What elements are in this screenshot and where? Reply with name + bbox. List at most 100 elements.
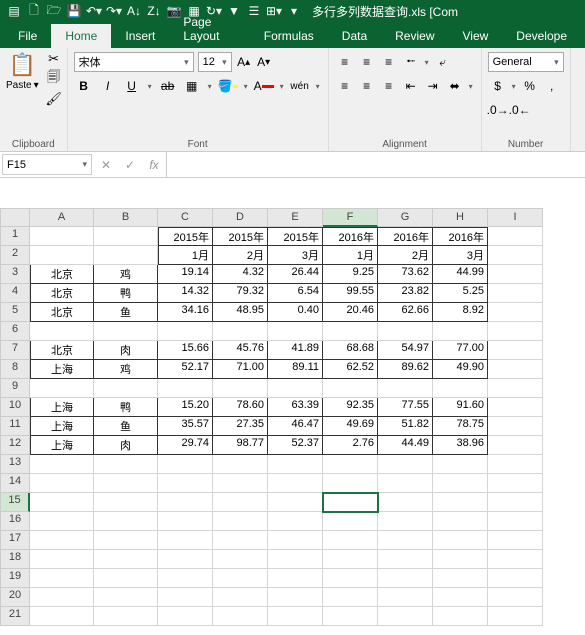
row-header[interactable]: 2 xyxy=(0,246,30,265)
merge-center-icon[interactable]: ⬌ xyxy=(445,76,465,96)
cell[interactable] xyxy=(268,531,323,550)
paste-button[interactable]: 📋 Paste▾ xyxy=(4,50,41,137)
align-bottom-icon[interactable]: ≡ xyxy=(379,52,399,72)
column-header[interactable]: H xyxy=(433,208,488,227)
cell[interactable] xyxy=(433,379,488,398)
row-header[interactable]: 18 xyxy=(0,550,30,569)
cell[interactable] xyxy=(378,322,433,341)
cell[interactable] xyxy=(268,379,323,398)
cell[interactable]: 34.16 xyxy=(158,303,213,322)
cell[interactable] xyxy=(378,493,433,512)
border-button[interactable]: ▦ xyxy=(182,76,202,96)
tab-home[interactable]: Home xyxy=(51,24,111,48)
cell[interactable] xyxy=(213,569,268,588)
cell[interactable]: 26.44 xyxy=(268,265,323,284)
column-header[interactable]: D xyxy=(213,208,268,227)
cell[interactable] xyxy=(94,474,158,493)
align-middle-icon[interactable]: ≡ xyxy=(357,52,377,72)
row-header[interactable]: 7 xyxy=(0,341,30,360)
border-dropdown[interactable]: ▾ xyxy=(206,82,214,91)
column-header[interactable]: F xyxy=(323,208,378,227)
name-box[interactable]: F15▾ xyxy=(2,154,92,175)
select-all-corner[interactable] xyxy=(0,208,30,227)
cell[interactable]: 0.40 xyxy=(268,303,323,322)
orientation-icon[interactable]: ⭪ xyxy=(401,52,421,72)
phonetic-dropdown[interactable]: ▾ xyxy=(314,82,322,91)
cell[interactable] xyxy=(94,246,158,265)
cell[interactable] xyxy=(323,569,378,588)
cell[interactable] xyxy=(213,512,268,531)
tab-review[interactable]: Review xyxy=(381,24,448,48)
cell[interactable]: 78.75 xyxy=(433,417,488,436)
cell[interactable] xyxy=(94,588,158,607)
row-header[interactable]: 11 xyxy=(0,417,30,436)
cell[interactable]: 2016年 xyxy=(323,227,378,246)
row-header[interactable]: 4 xyxy=(0,284,30,303)
font-color-dropdown[interactable]: ▾ xyxy=(278,82,286,91)
fill-color-button[interactable]: 🪣 xyxy=(218,76,238,96)
cell[interactable] xyxy=(488,227,543,246)
merge-dropdown[interactable]: ▾ xyxy=(467,76,475,96)
row-header[interactable]: 17 xyxy=(0,531,30,550)
cell[interactable]: 27.35 xyxy=(213,417,268,436)
cell[interactable] xyxy=(488,246,543,265)
column-header[interactable]: I xyxy=(488,208,543,227)
cell[interactable] xyxy=(30,607,94,626)
cell[interactable]: 62.66 xyxy=(378,303,433,322)
cell[interactable]: 79.32 xyxy=(213,284,268,303)
cell[interactable] xyxy=(158,588,213,607)
cell[interactable] xyxy=(433,550,488,569)
cell[interactable]: 35.57 xyxy=(158,417,213,436)
cell[interactable] xyxy=(378,455,433,474)
cell[interactable] xyxy=(323,607,378,626)
orientation-dropdown[interactable]: ▾ xyxy=(423,52,431,72)
cell[interactable]: 2月 xyxy=(378,246,433,265)
cell[interactable] xyxy=(433,607,488,626)
cell[interactable] xyxy=(268,569,323,588)
cell[interactable]: 上海 xyxy=(30,417,94,436)
font-size-combo[interactable]: 12▾ xyxy=(198,52,232,72)
cell[interactable] xyxy=(488,512,543,531)
cell[interactable]: 89.62 xyxy=(378,360,433,379)
cell[interactable]: 鸡 xyxy=(94,360,158,379)
cell[interactable]: 98.77 xyxy=(213,436,268,455)
column-header[interactable]: B xyxy=(94,208,158,227)
cell[interactable] xyxy=(433,588,488,607)
align-top-icon[interactable]: ≡ xyxy=(335,52,355,72)
cell[interactable] xyxy=(488,322,543,341)
cell[interactable] xyxy=(268,550,323,569)
cell[interactable]: 68.68 xyxy=(323,341,378,360)
cell[interactable] xyxy=(488,493,543,512)
cell[interactable]: 北京 xyxy=(30,265,94,284)
cell[interactable] xyxy=(94,322,158,341)
cell[interactable] xyxy=(213,493,268,512)
cell[interactable]: 63.39 xyxy=(268,398,323,417)
cell[interactable] xyxy=(433,569,488,588)
sort-desc-icon[interactable]: Z↓ xyxy=(144,1,164,21)
cell[interactable]: 92.35 xyxy=(323,398,378,417)
accounting-dropdown[interactable]: ▾ xyxy=(510,76,518,96)
font-name-combo[interactable]: 宋体▾ xyxy=(74,52,194,72)
cell[interactable] xyxy=(158,379,213,398)
cell[interactable] xyxy=(488,474,543,493)
row-header[interactable]: 20 xyxy=(0,588,30,607)
cell[interactable] xyxy=(268,493,323,512)
cell[interactable] xyxy=(323,493,378,512)
cell[interactable] xyxy=(488,379,543,398)
cell[interactable] xyxy=(488,341,543,360)
wrap-text-icon[interactable]: ⤶ xyxy=(433,52,453,72)
cell[interactable] xyxy=(268,607,323,626)
cell[interactable]: 2016年 xyxy=(433,227,488,246)
cell[interactable]: 91.60 xyxy=(433,398,488,417)
row-header[interactable]: 8 xyxy=(0,360,30,379)
cell[interactable] xyxy=(30,455,94,474)
cell[interactable]: 5.25 xyxy=(433,284,488,303)
cell[interactable] xyxy=(378,569,433,588)
save-icon[interactable]: ▤ xyxy=(4,1,24,21)
cell[interactable]: 38.96 xyxy=(433,436,488,455)
cell[interactable]: 78.60 xyxy=(213,398,268,417)
row-header[interactable]: 16 xyxy=(0,512,30,531)
cell[interactable] xyxy=(268,322,323,341)
cell[interactable] xyxy=(433,455,488,474)
cell[interactable] xyxy=(30,493,94,512)
